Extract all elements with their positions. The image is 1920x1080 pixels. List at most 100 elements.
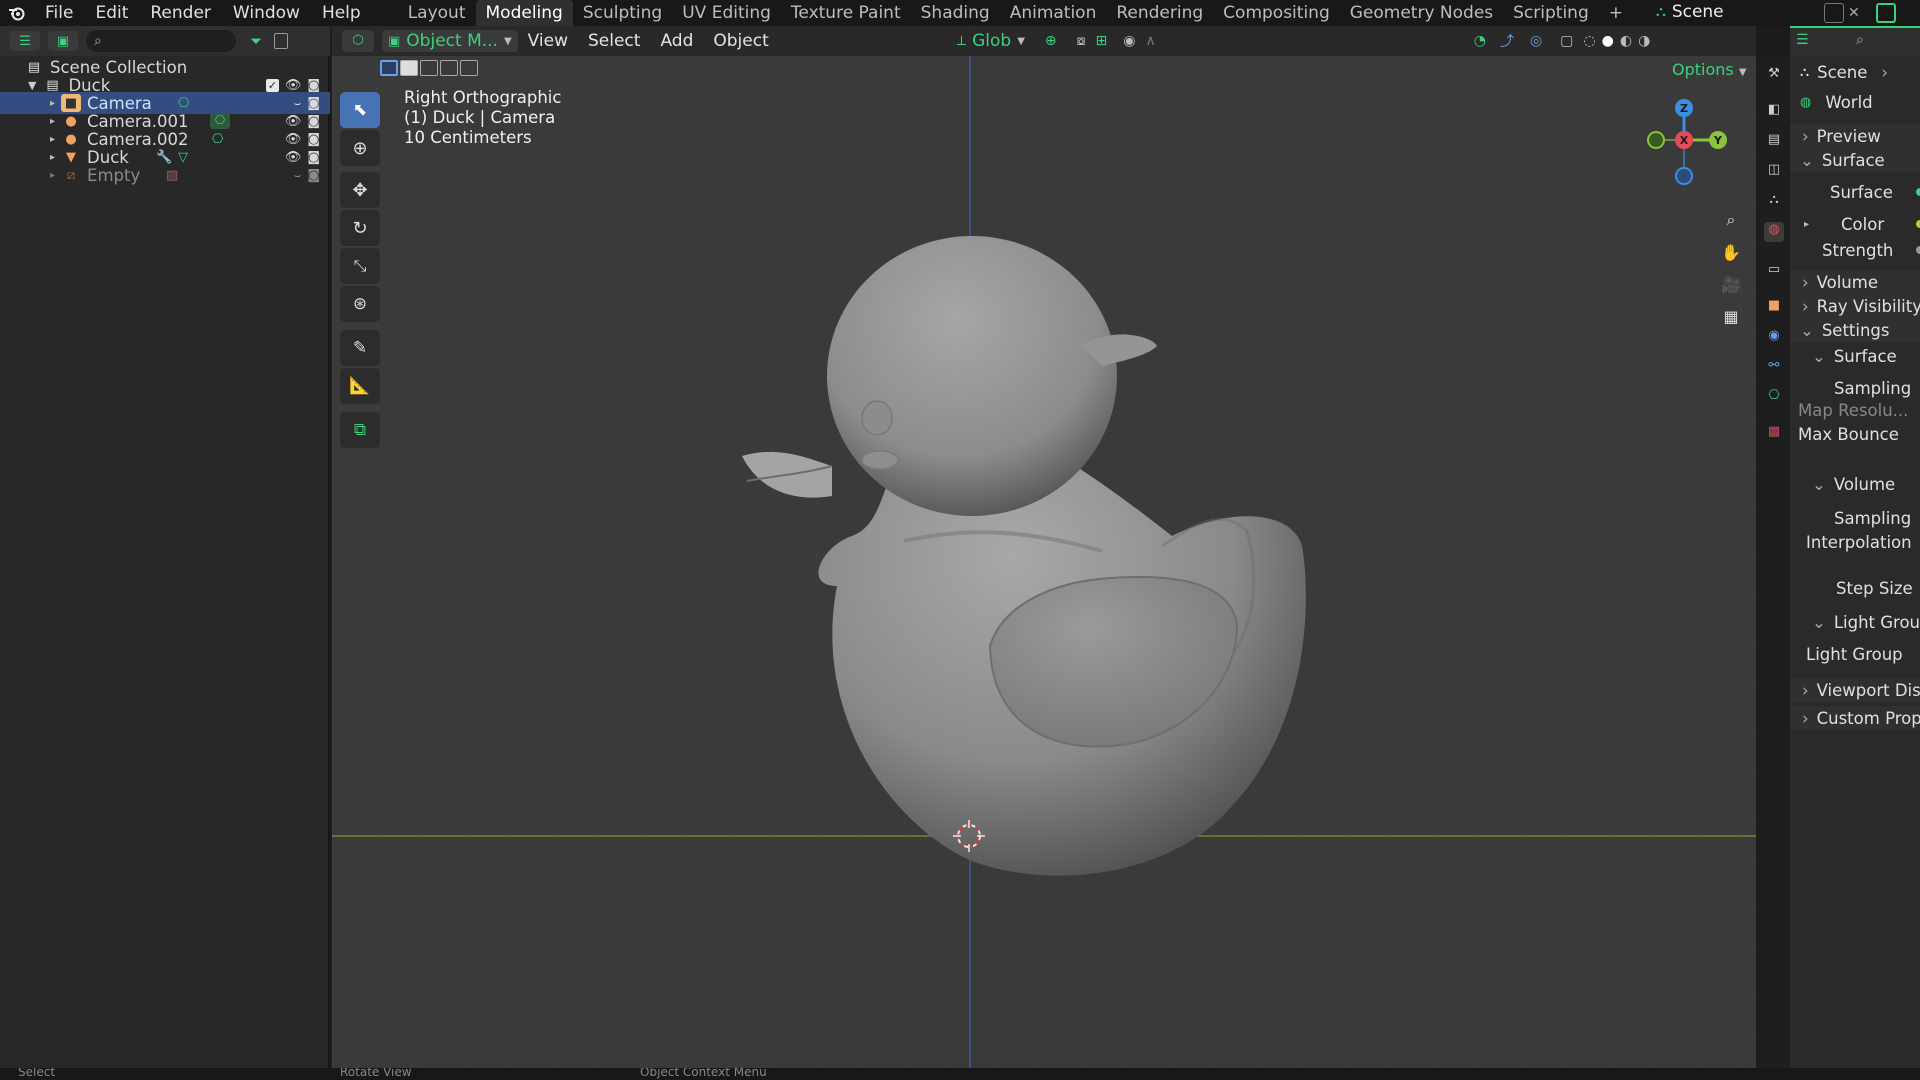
camera-render-icon[interactable]: ◙ [307,168,320,183]
camera-render-icon[interactable]: ◙ [307,132,320,147]
mode-dropdown[interactable]: ▣ Object M... ▼ [382,30,518,52]
material-shading-icon[interactable]: ◐ [1620,33,1632,49]
eye-icon[interactable]: 👁 [285,150,302,165]
editor-type-icon[interactable]: ☰ [1796,32,1809,48]
menu-help[interactable]: Help [311,0,372,26]
light-group-field[interactable]: Light Group [1790,642,1920,666]
sampling-field[interactable]: Sampling [1790,376,1920,400]
chevron-right-icon[interactable]: ▸ [50,170,55,181]
breadcrumb-scene[interactable]: Scene [1817,63,1867,82]
scene-selector[interactable]: ⛬ Scene [1656,2,1724,22]
menu-view[interactable]: View [518,31,578,51]
move-tool-button[interactable]: ✥ [340,172,380,208]
menu-file[interactable]: File [34,0,84,26]
panel-volume[interactable]: › Volume [1790,270,1920,294]
chevron-right-icon[interactable]: ▸ [50,116,55,127]
display-mode-icon[interactable]: ▣ [48,31,78,51]
chevron-right-icon[interactable]: ▸ [50,98,55,109]
xray-toggle-icon[interactable]: ▢ [1560,33,1573,49]
output-tab-icon[interactable]: ▤ [1764,132,1784,152]
camera-data-icon[interactable]: ⎔ [210,113,230,129]
eye-icon[interactable]: 👁 [285,78,302,93]
falloff-icon[interactable]: ∧ [1145,33,1155,49]
editor-type-icon[interactable]: ☰ [10,31,40,51]
options-dropdown[interactable]: Options ▼ [1672,60,1747,79]
panel-ray-visibility[interactable]: › Ray Visibility [1790,294,1920,318]
transform-orientation-dropdown[interactable]: ⟂ Glob ▼ [957,31,1025,51]
tab-shading[interactable]: Shading [911,0,1000,26]
select-new-icon[interactable] [380,60,398,76]
annotate-tool-button[interactable]: ✎ [340,330,380,366]
editor-type-icon[interactable]: ⬡ [342,30,374,52]
snap-icon[interactable]: ⧇ [1077,33,1086,49]
subpanel-light-group[interactable]: ⌄ Light Grou [1790,610,1920,634]
panel-settings[interactable]: ⌄ Settings [1790,318,1920,342]
subpanel-volume[interactable]: ⌄ Volume [1790,472,1920,496]
filter-icon[interactable]: ⏷ [250,32,262,50]
camera-render-icon[interactable]: ◙ [307,96,320,111]
rendered-shading-icon[interactable]: ◑ [1638,33,1650,49]
physics-tab-icon[interactable]: ◉ [1764,328,1784,348]
menu-window[interactable]: Window [222,0,311,26]
tab-compositing[interactable]: Compositing [1213,0,1340,26]
tab-sculpting[interactable]: Sculpting [573,0,672,26]
zoom-icon[interactable]: ⌕ [1716,206,1746,234]
menu-object[interactable]: Object [703,31,778,51]
camera-view-icon[interactable]: 🎥 [1716,270,1746,298]
overlay-toggle-icon[interactable]: ◎ [1530,33,1542,49]
tab-animation[interactable]: Animation [1000,0,1107,26]
panel-preview[interactable]: › Preview [1790,124,1920,148]
eye-icon[interactable]: 👁 [285,132,302,147]
transform-tool-button[interactable]: ⊛ [340,286,380,322]
select-intersect-icon[interactable] [460,60,478,76]
select-invert-icon[interactable] [440,60,458,76]
chevron-right-icon[interactable]: ▸ [50,152,55,163]
blender-logo-icon[interactable] [0,0,34,26]
new-scene-icon[interactable] [1824,3,1844,23]
panel-custom-properties[interactable]: › Custom Prop [1790,706,1920,730]
color-field[interactable]: ▸ Color [1790,212,1920,236]
visibility-filter-icon[interactable]: ◔ [1474,33,1486,49]
scale-tool-button[interactable]: ⤡ [340,248,380,284]
empty-image-icon[interactable]: ▨ [166,168,178,183]
select-subtract-icon[interactable] [420,60,438,76]
tab-geometry-nodes[interactable]: Geometry Nodes [1340,0,1503,26]
view-layer-icon[interactable] [1876,3,1896,23]
add-workspace-button[interactable]: + [1599,0,1633,26]
scene-tab-icon[interactable]: ⛬ [1764,192,1784,212]
rotate-tool-button[interactable]: ↻ [340,210,380,246]
strength-field[interactable]: Strength [1790,238,1920,262]
panel-viewport-display[interactable]: › Viewport Dis [1790,678,1920,702]
proportional-edit-icon[interactable]: ◉ [1123,33,1135,49]
eye-hidden-icon[interactable]: ⌣ [293,96,301,111]
socket-icon[interactable] [1916,188,1920,196]
ortho-toggle-icon[interactable]: ▦ [1716,302,1746,330]
chevron-down-icon[interactable]: ▼ [28,79,36,92]
view-layer-tab-icon[interactable]: ◫ [1764,162,1784,182]
modifier-wrench-icon[interactable]: 🔧 [156,150,172,165]
search-icon[interactable]: ⌕ [1856,32,1864,48]
eye-hidden-icon[interactable]: ⌣ [293,168,301,183]
menu-edit[interactable]: Edit [84,0,139,26]
socket-icon[interactable] [1916,246,1920,254]
checkbox-icon[interactable]: ✓ [265,78,279,92]
eye-icon[interactable]: 👁 [285,114,302,129]
step-size-field[interactable]: Step Size [1790,576,1920,600]
data-tab-icon[interactable]: ⎔ [1764,388,1784,408]
menu-render[interactable]: Render [139,0,222,26]
max-bounce-field[interactable]: Max Bounce [1790,422,1920,446]
navigation-gizmo[interactable]: Z Y X [1634,90,1734,210]
tab-texture-paint[interactable]: Texture Paint [781,0,911,26]
world-tab-icon[interactable]: ◍ [1764,222,1784,242]
cursor-tool-button[interactable]: ⊕ [340,130,380,166]
3d-viewport[interactable]: ⬡ ▣ Object M... ▼ View Select Add Object… [332,26,1756,1080]
tab-uv-editing[interactable]: UV Editing [672,0,781,26]
chevron-right-icon[interactable]: ▸ [50,134,55,145]
new-collection-icon[interactable] [274,33,289,49]
collection-tab-icon[interactable]: ▭ [1764,262,1784,282]
tab-layout[interactable]: Layout [398,0,476,26]
camera-data-icon[interactable]: ⎔ [212,132,223,147]
camera-data-icon[interactable]: ⎔ [178,96,189,111]
add-cube-tool-button[interactable]: ⧉ [340,412,380,448]
pan-hand-icon[interactable]: ✋ [1716,238,1746,266]
